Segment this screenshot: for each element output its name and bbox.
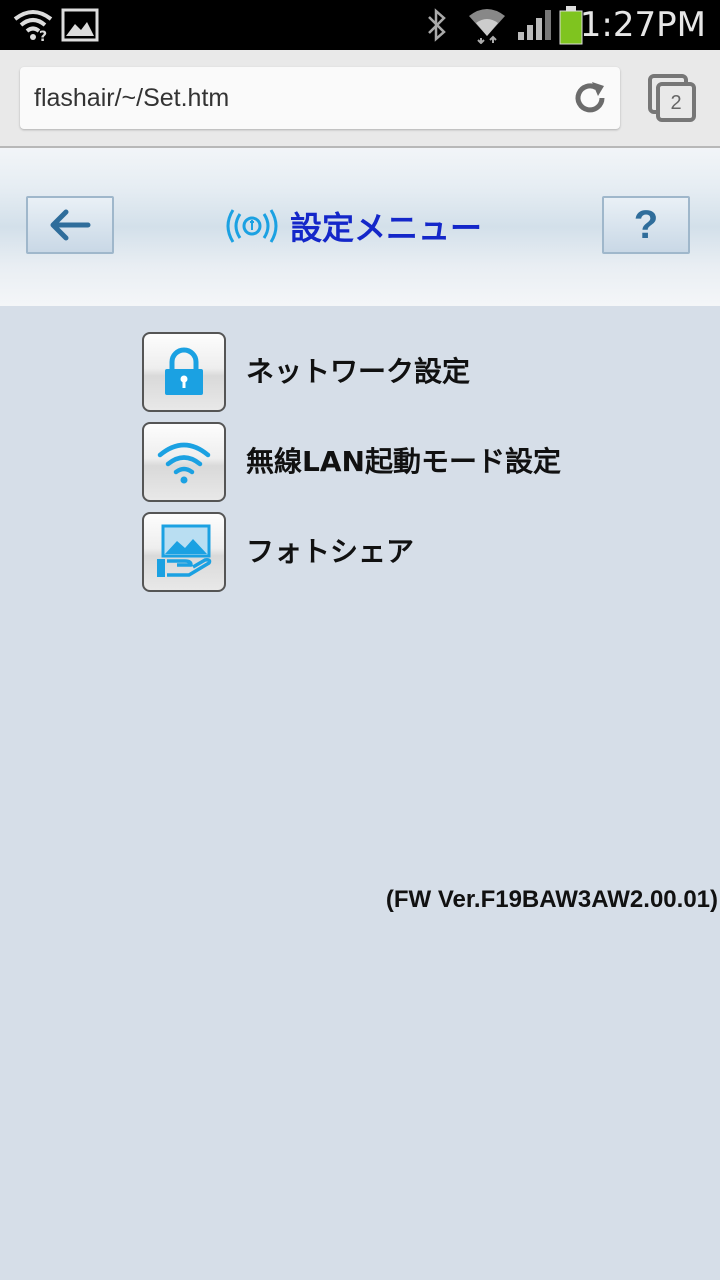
- bluetooth-icon: [424, 0, 450, 50]
- wlan-startup-mode-button[interactable]: [142, 422, 226, 502]
- status-bar: ? 1:27PM: [0, 0, 720, 50]
- photo-share-button[interactable]: [142, 512, 226, 592]
- tabs-button[interactable]: 2: [644, 72, 700, 124]
- firmware-version: (FW Ver.F19BAW3AW2.00.01): [385, 886, 718, 913]
- arrow-left-icon: [50, 209, 91, 241]
- menu-item-network-settings[interactable]: ネットワーク設定: [142, 332, 642, 412]
- cell-signal-icon: [514, 0, 554, 50]
- page-title: 設定メニュー: [290, 209, 483, 247]
- network-settings-button[interactable]: [142, 332, 226, 412]
- browser-toolbar: flashair/~/Set.htm 2: [0, 50, 720, 148]
- photo-share-icon: [157, 524, 212, 577]
- menu-label-photo-share[interactable]: フォトシェア: [246, 512, 414, 592]
- wifi-icon: [157, 442, 211, 484]
- menu-label-network-settings[interactable]: ネットワーク設定: [246, 332, 470, 412]
- url-text[interactable]: flashair/~/Set.htm: [34, 67, 229, 129]
- flashair-logo-icon: [226, 209, 278, 243]
- menu-item-photo-share[interactable]: フォトシェア: [142, 512, 642, 592]
- url-bar[interactable]: flashair/~/Set.htm: [20, 67, 620, 129]
- menu-item-wlan-startup-mode[interactable]: 無線LAN起動モード設定: [142, 422, 642, 502]
- reload-icon[interactable]: [570, 78, 610, 118]
- status-time: 1:27PM: [579, 5, 706, 45]
- tab-count: 2: [670, 92, 682, 114]
- gallery-icon: [60, 0, 100, 50]
- page-header: 設定メニュー ?: [0, 148, 720, 306]
- wifi-signal-icon: [466, 0, 508, 50]
- wifi-notification-icon: ?: [10, 0, 56, 50]
- svg-text:?: ?: [39, 29, 47, 43]
- back-button[interactable]: [26, 196, 114, 254]
- header-title-group: 設定メニュー: [224, 200, 482, 252]
- help-icon: ?: [633, 202, 659, 247]
- help-button[interactable]: ?: [602, 196, 690, 254]
- menu-label-wlan-startup-mode[interactable]: 無線LAN起動モード設定: [246, 422, 561, 502]
- lock-icon: [165, 347, 203, 395]
